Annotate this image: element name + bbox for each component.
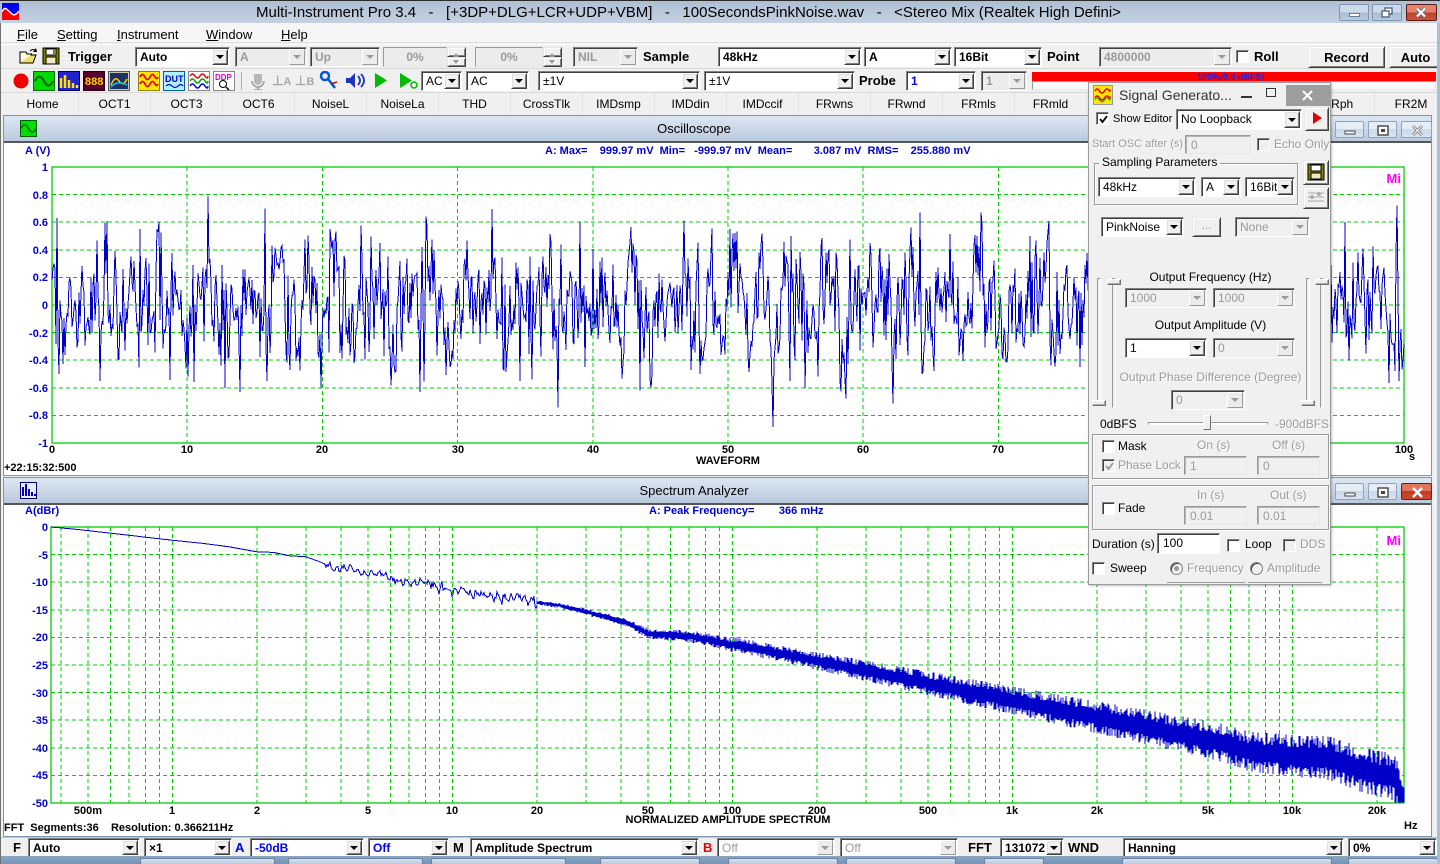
svg-text:5k: 5k: [1202, 805, 1215, 817]
svg-text:Mi: Mi: [1387, 533, 1401, 548]
svg-text:FFT Segments:36 Resolution: FFT Segments:36 Resolution: 0.366211Hz: [4, 822, 234, 834]
svg-text:2: 2: [254, 805, 260, 817]
svg-text:2k: 2k: [1091, 805, 1104, 817]
svg-text:10: 10: [446, 805, 458, 817]
svg-text:-45: -45: [32, 770, 48, 782]
svg-text:Hz: Hz: [1404, 820, 1418, 832]
svg-text:20: 20: [531, 805, 543, 817]
svg-text:-40: -40: [32, 743, 48, 755]
svg-text:-10: -10: [32, 577, 48, 589]
svg-text:5: 5: [365, 805, 371, 817]
svg-text:10k: 10k: [1283, 805, 1302, 817]
svg-text:-25: -25: [32, 660, 48, 672]
svg-text:500m: 500m: [74, 805, 102, 817]
svg-text:-5: -5: [38, 550, 48, 562]
svg-text:20k: 20k: [1368, 805, 1387, 817]
svg-text:NORMALIZED AMPLITUDE SPECTRUM: NORMALIZED AMPLITUDE SPECTRUM: [626, 814, 831, 826]
svg-text:-50: -50: [32, 798, 48, 810]
svg-text:1k: 1k: [1006, 805, 1019, 817]
svg-text:-30: -30: [32, 688, 48, 700]
svg-text:0: 0: [42, 522, 48, 534]
svg-text:-35: -35: [32, 715, 48, 727]
svg-text:1: 1: [169, 805, 175, 817]
svg-text:-20: -20: [32, 632, 48, 644]
svg-text:500: 500: [919, 805, 937, 817]
svg-text:-15: -15: [32, 605, 48, 617]
